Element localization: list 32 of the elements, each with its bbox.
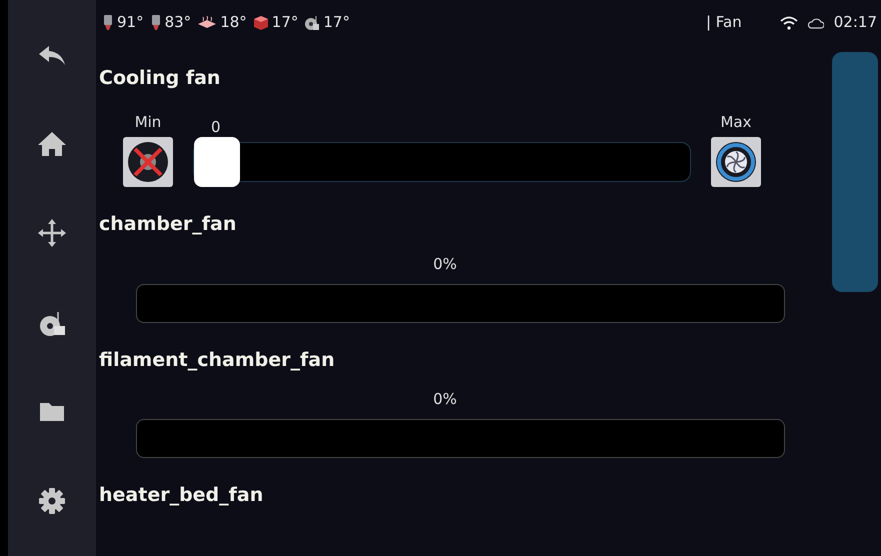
- fan-name: filament_chamber_fan: [99, 348, 336, 372]
- scrollbar-thumb[interactable]: [832, 52, 878, 292]
- temperature-reading: 83°: [164, 12, 192, 34]
- temperature-reading: 17°: [272, 12, 298, 34]
- fan-name: heater_bed_fan: [99, 484, 264, 508]
- nozzle-icon: [102, 14, 114, 30]
- fan-name: Cooling fan: [99, 67, 222, 91]
- page-title: | Fan: [706, 12, 742, 34]
- temperature-reading: 91°: [117, 12, 144, 34]
- fan-speed-reading: 0%: [433, 254, 457, 275]
- move-arrows-icon[interactable]: [38, 219, 66, 248]
- temperature-reading: 18°: [220, 12, 247, 34]
- cube-icon: [252, 14, 269, 30]
- heated-bed-icon: [197, 16, 218, 30]
- spool-icon: [304, 14, 320, 30]
- settings-icon[interactable]: [39, 488, 65, 514]
- temperature-reading: 17°: [323, 12, 350, 34]
- clock: 02:17: [834, 12, 877, 34]
- min-label: Min: [134, 112, 162, 133]
- fan-max-button[interactable]: [711, 137, 761, 188]
- slider-value: 0: [211, 116, 221, 138]
- fan-speed-reading: 0%: [433, 389, 457, 410]
- max-label: Max: [720, 112, 752, 133]
- wifi-icon: [780, 16, 798, 30]
- nozzle-icon: [150, 14, 162, 30]
- back-arrow-icon[interactable]: [37, 44, 67, 66]
- cloud-icon: [808, 16, 824, 28]
- home-icon[interactable]: [37, 130, 67, 157]
- folder-icon[interactable]: [38, 400, 66, 423]
- fan-name: chamber_fan: [99, 213, 238, 237]
- fan-off-button[interactable]: [123, 137, 173, 188]
- slider-thumb[interactable]: [194, 137, 240, 188]
